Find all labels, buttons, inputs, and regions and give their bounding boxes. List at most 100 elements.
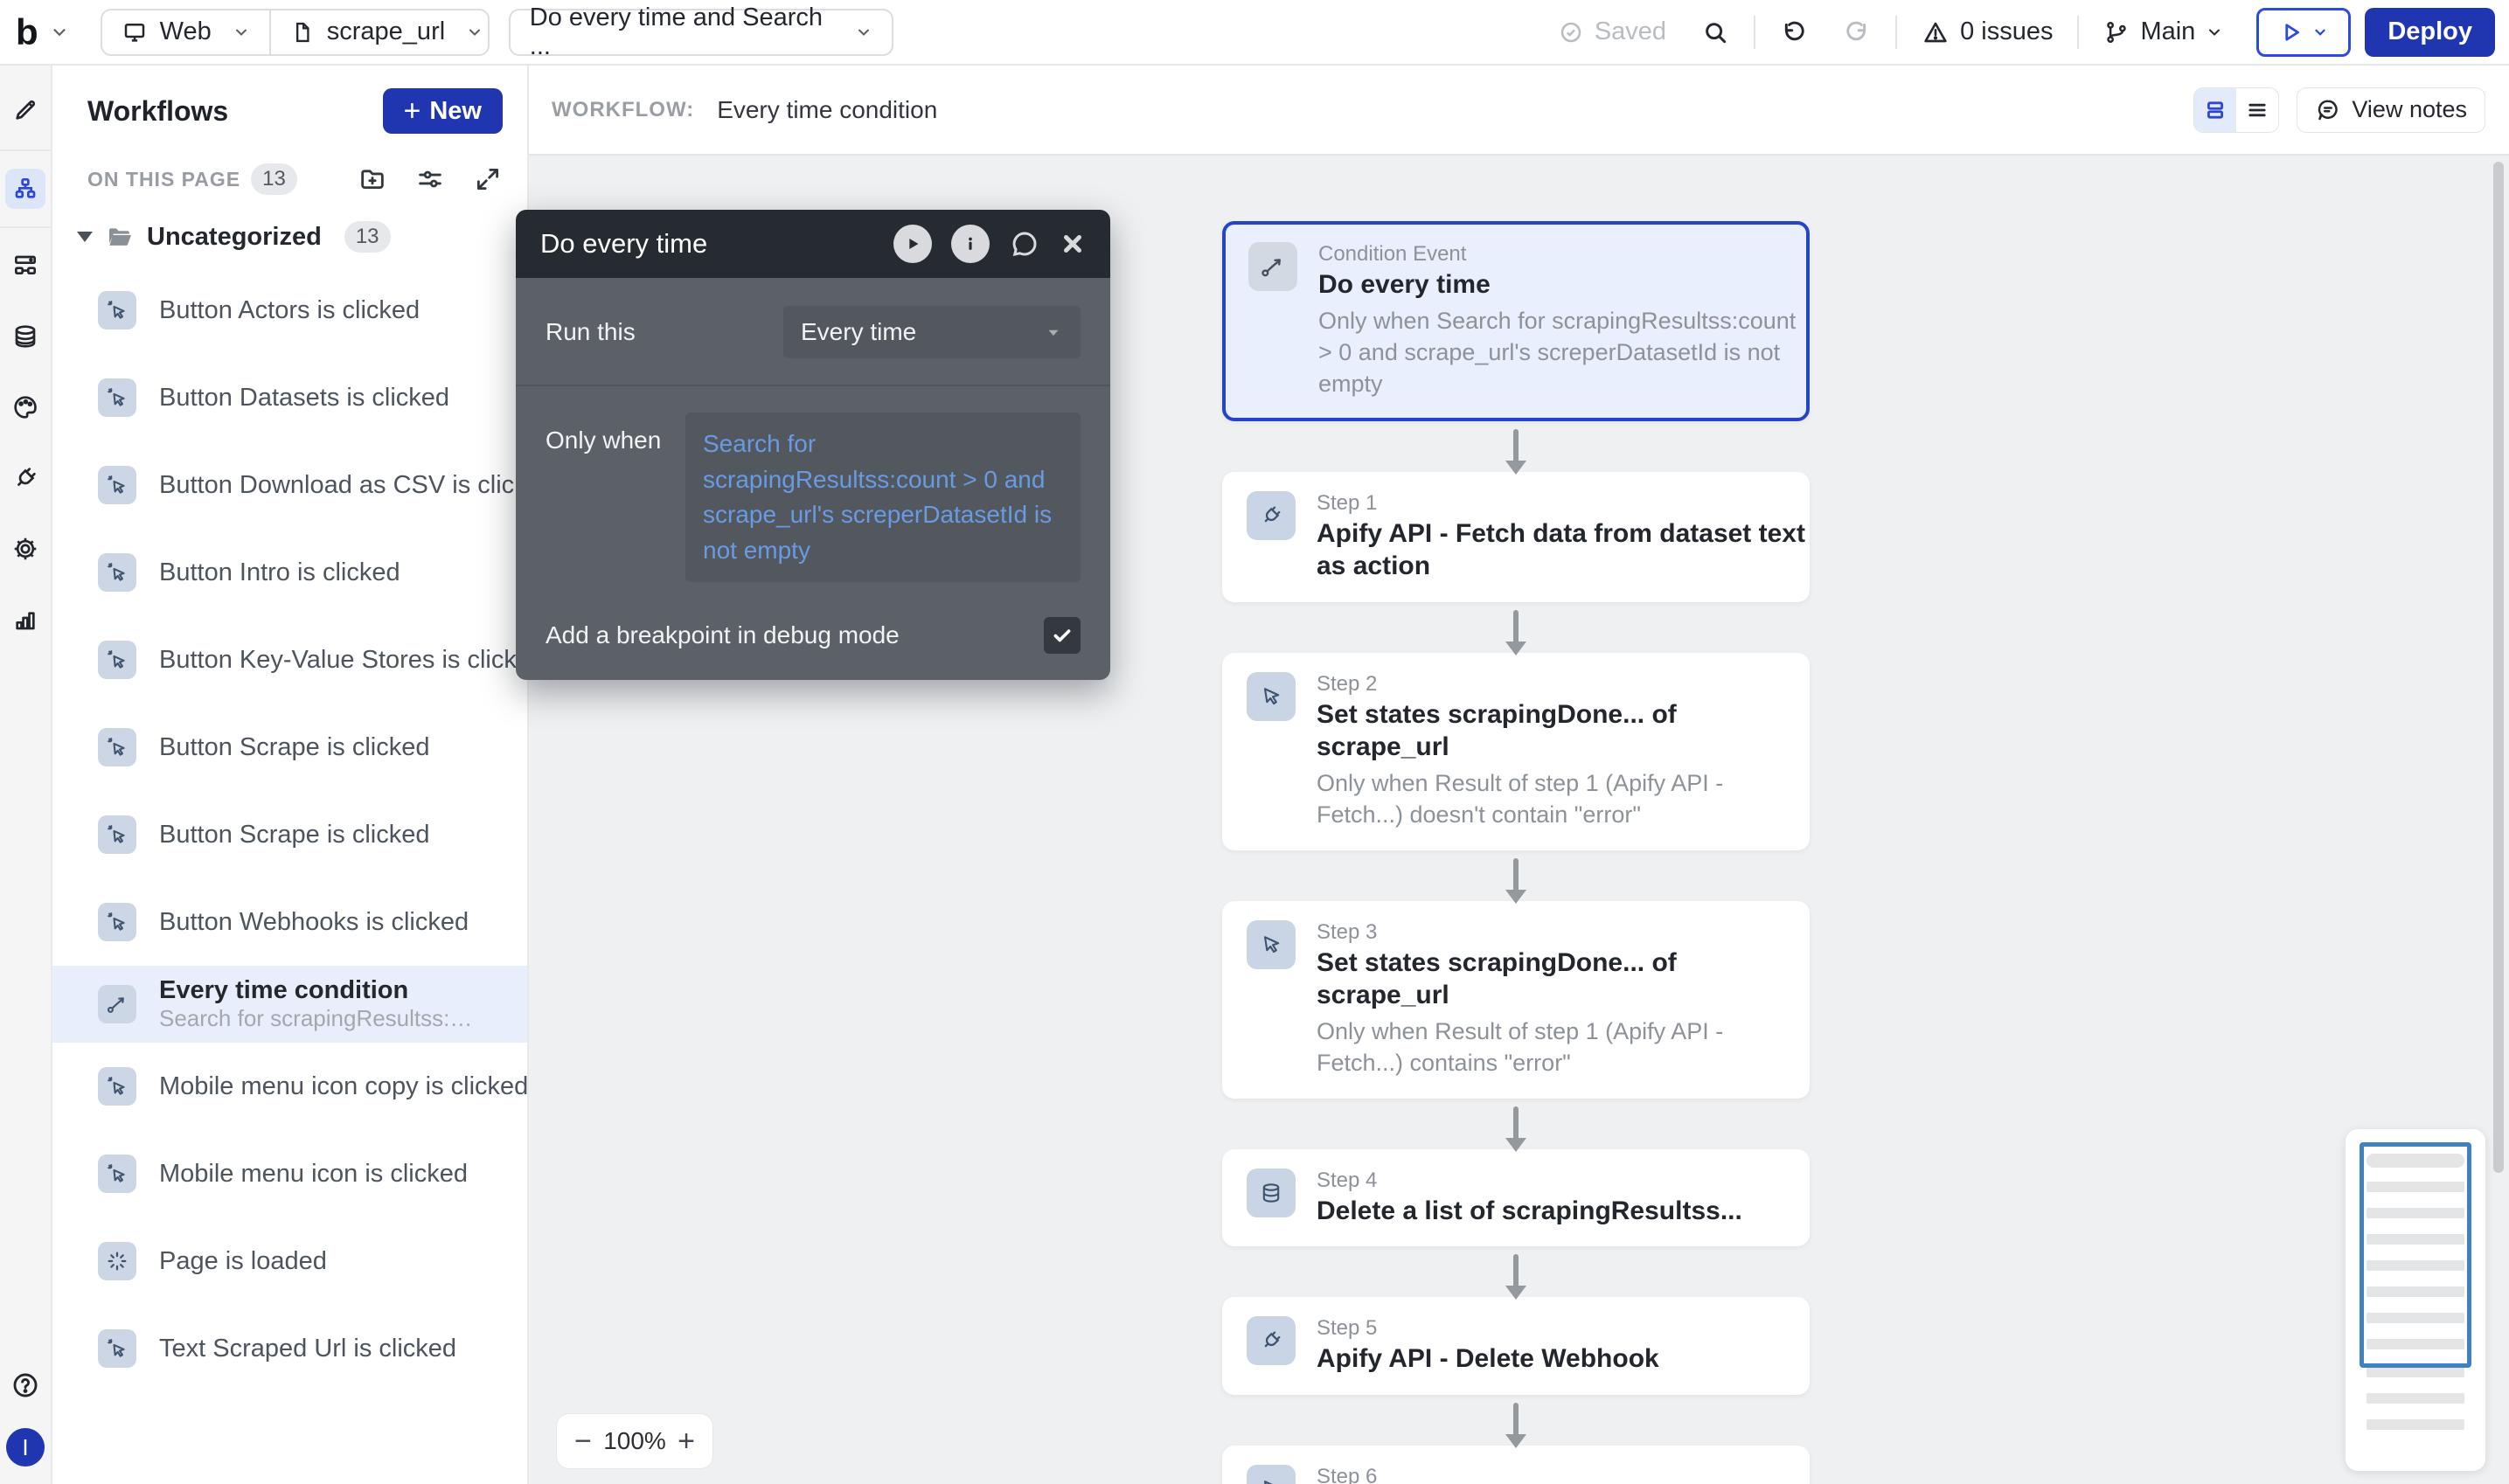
popup-title: Do every time	[540, 228, 707, 260]
zoom-out-button[interactable]: −	[574, 1426, 592, 1456]
workflow-list-item[interactable]: Button Download as CSV is clicked	[52, 441, 527, 529]
logo-chevron-down-icon[interactable]	[50, 23, 69, 42]
run-this-dropdown[interactable]: Every time	[783, 306, 1081, 358]
help-icon[interactable]	[5, 1365, 45, 1405]
workflow-list-item[interactable]: Button Key-Value Stores is clicked	[52, 616, 527, 704]
workflow-prefix-label: WORKFLOW:	[552, 98, 694, 122]
chevron-down-icon	[2312, 24, 2328, 40]
workflow-list-item[interactable]: Text Scraped Url is clicked	[52, 1305, 527, 1392]
workflow-list-item[interactable]: Button Webhooks is clicked	[52, 878, 527, 966]
canvas-scrollbar[interactable]	[2493, 162, 2504, 1173]
preview-run-button[interactable]	[2256, 8, 2351, 57]
workflows-panel: Workflows + New ON THIS PAGE 13	[52, 66, 529, 1484]
page-file-icon	[290, 20, 315, 45]
workflow-title: Every time condition	[717, 96, 937, 124]
flow-arrow-down-icon	[1513, 1246, 1519, 1297]
expand-icon[interactable]	[473, 164, 503, 194]
flow-arrow-down-icon	[1513, 850, 1519, 901]
popup-header[interactable]: Do every time	[516, 210, 1110, 278]
canvas-header: WORKFLOW: Every time condition	[529, 66, 2509, 156]
workflow-list-item[interactable]: Button Intro is clicked	[52, 529, 527, 616]
click-event-icon	[98, 815, 136, 854]
left-icon-rail: I	[0, 66, 52, 1484]
saved-label: Saved	[1595, 17, 1666, 46]
styles-palette-icon[interactable]	[5, 387, 45, 427]
close-icon[interactable]	[1060, 231, 1086, 257]
only-when-expression[interactable]: Search for scrapingResultss:count > 0 an…	[685, 413, 1081, 582]
comment-icon[interactable]	[1009, 228, 1040, 260]
settings-gear-icon[interactable]	[5, 529, 45, 569]
database-icon	[1247, 1168, 1296, 1217]
zoom-in-button[interactable]: +	[678, 1426, 695, 1456]
undo-button[interactable]	[1762, 18, 1825, 46]
design-pencil-icon[interactable]	[5, 90, 45, 130]
event-property-editor: Do every time Run this Eve	[516, 210, 1110, 680]
issues-indicator[interactable]: 0 issues	[1904, 17, 2070, 46]
folder-group-uncategorized[interactable]: Uncategorized 13	[52, 204, 527, 267]
click-event-icon	[98, 291, 136, 329]
view-notes-button[interactable]: View notes	[2297, 88, 2485, 132]
redo-button[interactable]	[1825, 18, 1888, 46]
workflow-list-item[interactable]: Button Datasets is clicked	[52, 354, 527, 441]
toolbar-right: Saved	[1540, 0, 2509, 64]
platform-dropdown[interactable]: Web	[102, 10, 269, 54]
workflow-list-item[interactable]: Mobile menu icon is clicked	[52, 1130, 527, 1217]
folder-plus-icon[interactable]	[358, 164, 387, 194]
list-view-icon	[2245, 98, 2269, 122]
step-card[interactable]: Step 5 Apify API - Delete Webhook	[1222, 1297, 1810, 1395]
card-view-toggle[interactable]	[2194, 88, 2236, 132]
workflow-list-item[interactable]: Page is loaded	[52, 1217, 527, 1305]
bubble-logo[interactable]: b	[16, 11, 38, 53]
logs-chart-icon[interactable]	[5, 600, 45, 640]
step-card[interactable]: Step 3 Set states scrapingDone... of scr…	[1222, 901, 1810, 1099]
minimap-viewport[interactable]	[2360, 1142, 2471, 1368]
list-view-toggle[interactable]	[2236, 88, 2278, 132]
workflow-list-item[interactable]: Button Scrape is clicked	[52, 704, 527, 791]
click-event-icon	[98, 1329, 136, 1368]
note-bubble-icon	[2315, 97, 2341, 123]
only-when-label: Only when	[546, 426, 661, 454]
new-workflow-button[interactable]: + New	[383, 88, 504, 134]
workflow-list-item-selected[interactable]: Every time condition Search for scraping…	[52, 966, 527, 1043]
info-icon[interactable]	[951, 225, 990, 263]
workflow-list-item[interactable]: Button Scrape is clicked	[52, 791, 527, 878]
popup-divider	[516, 385, 1110, 386]
plugins-plug-icon[interactable]	[5, 458, 45, 498]
flow-arrow-down-icon	[1513, 1099, 1519, 1149]
git-branch-icon	[2103, 19, 2130, 45]
flow-arrow-down-icon	[1513, 602, 1519, 653]
user-avatar[interactable]: I	[6, 1428, 45, 1467]
canvas-minimap[interactable]	[2346, 1129, 2485, 1471]
deploy-button[interactable]: Deploy	[2365, 8, 2495, 57]
step-card[interactable]: Step 2 Set states scrapingDone... of scr…	[1222, 653, 1810, 850]
condition-event-card[interactable]: Condition Event Do every time Only when …	[1222, 221, 1810, 421]
panel-title: Workflows	[87, 95, 228, 128]
run-this-label: Run this	[546, 318, 636, 346]
click-event-icon	[98, 903, 136, 941]
step-card[interactable]: Step 1 Apify API - Fetch data from datas…	[1222, 472, 1810, 602]
page-dropdown[interactable]: scrape_url	[269, 10, 488, 54]
chevron-down-icon	[466, 24, 483, 41]
run-test-icon[interactable]	[893, 225, 932, 263]
page-label: scrape_url	[327, 17, 445, 46]
workflow-list-item[interactable]: Button Actors is clicked	[52, 267, 527, 354]
divider	[2077, 16, 2079, 49]
step-card[interactable]: Step 4 Delete a list of scrapingResultss…	[1222, 1149, 1810, 1247]
workflow-selector-dropdown[interactable]: Do every time and Search ...	[509, 9, 893, 56]
search-button[interactable]	[1684, 18, 1747, 46]
branch-dropdown[interactable]: Main	[2086, 17, 2241, 46]
workflow-tab-icon[interactable]	[5, 169, 45, 209]
database-icon[interactable]	[5, 316, 45, 357]
redo-icon	[1843, 18, 1871, 46]
breakpoint-checkbox[interactable]	[1044, 617, 1081, 654]
card-view-icon	[2203, 98, 2228, 122]
components-icon[interactable]	[5, 246, 45, 286]
platform-label: Web	[160, 17, 212, 46]
step-card[interactable]: Step 6 Set states scraperWebhookId... of…	[1222, 1446, 1810, 1484]
workflow-list-item[interactable]: Mobile menu icon copy is clicked	[52, 1043, 527, 1130]
click-event-icon	[98, 1155, 136, 1193]
dropdown-caret-icon	[1044, 322, 1063, 342]
saved-status: Saved	[1540, 17, 1684, 46]
filter-sliders-icon[interactable]	[415, 164, 445, 194]
folder-open-icon	[105, 222, 135, 252]
